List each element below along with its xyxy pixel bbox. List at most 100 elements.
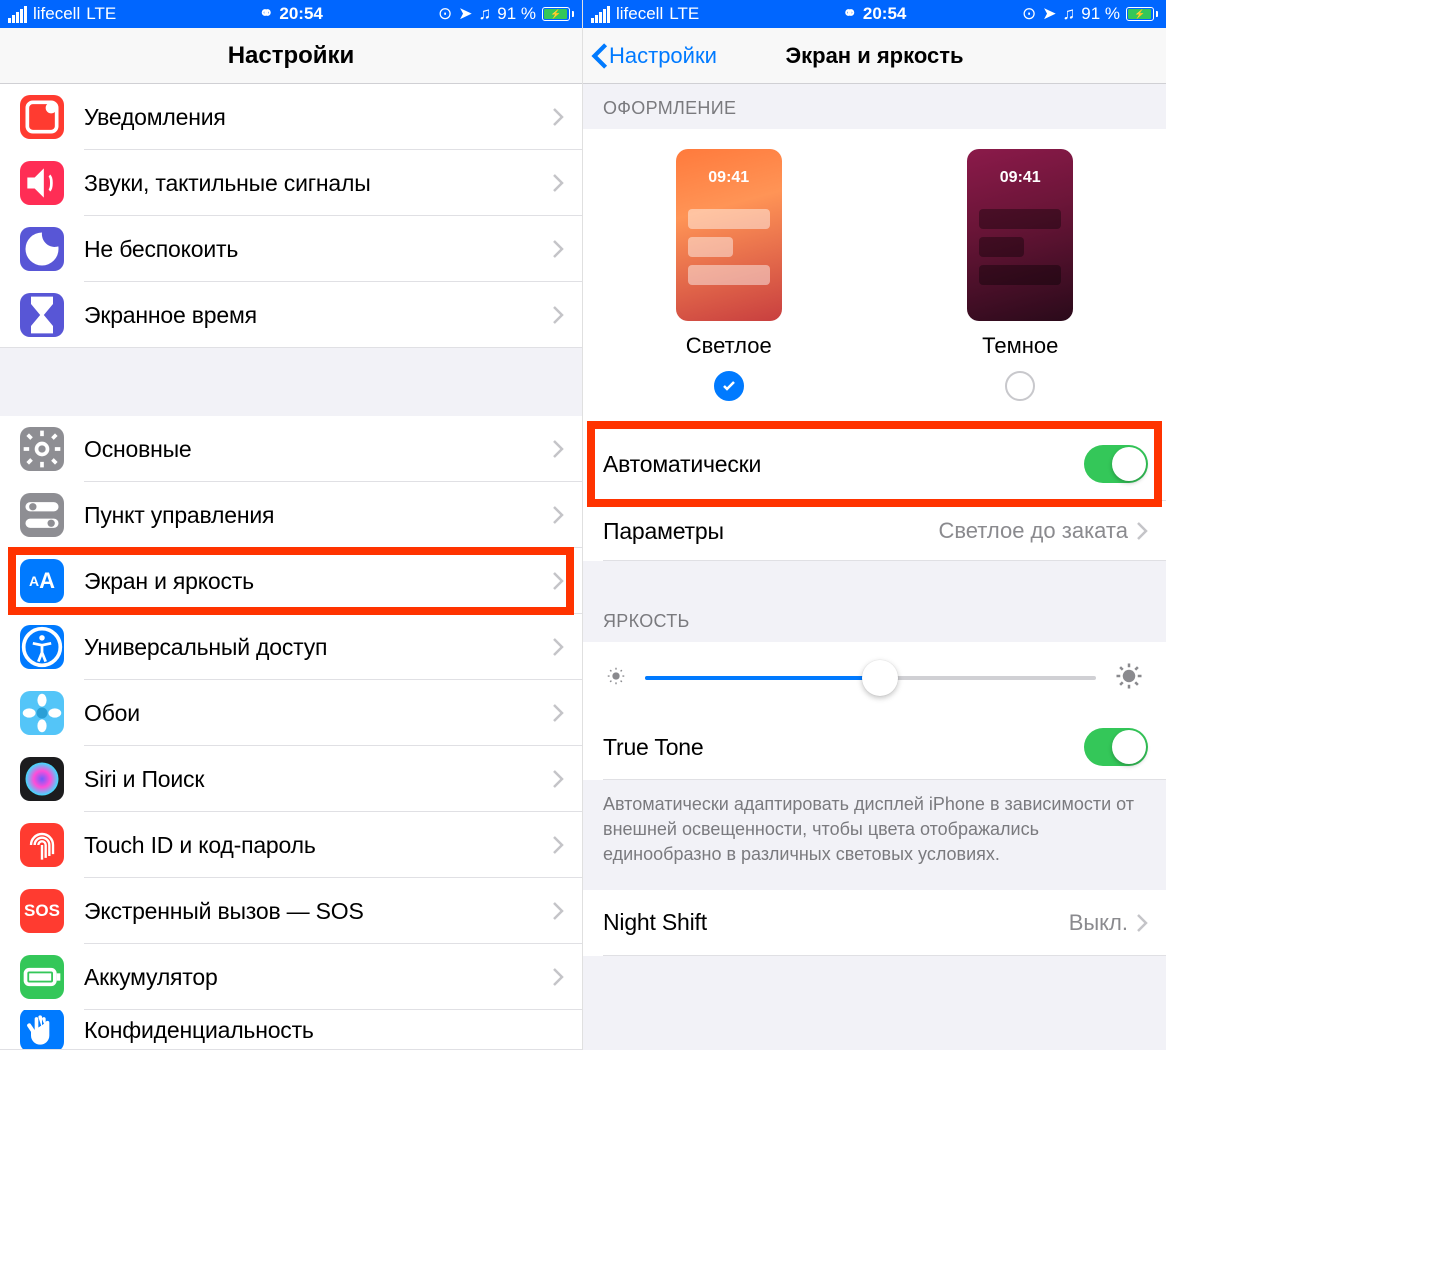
- row-notifications[interactable]: Уведомления: [0, 84, 582, 150]
- location-icon: ➤: [1042, 4, 1056, 24]
- link-icon: ⚭: [259, 4, 273, 24]
- row-options[interactable]: Параметры Светлое до заката: [583, 501, 1166, 561]
- radio-checked-icon: [714, 371, 744, 401]
- chevron-right-icon: [1136, 913, 1148, 933]
- clock-label: 20:54: [863, 4, 906, 24]
- sos-icon: SOS: [20, 889, 64, 933]
- row-label: Не беспокоить: [84, 236, 552, 263]
- brightness-slider[interactable]: [645, 676, 1096, 680]
- hourglass-icon: [20, 293, 64, 337]
- chevron-right-icon: [552, 173, 564, 193]
- row-display-brightness[interactable]: AA Экран и яркость: [0, 548, 582, 614]
- battery-icon: ⚡: [542, 7, 574, 21]
- row-label: Touch ID и код-пароль: [84, 832, 552, 859]
- location-icon: ➤: [458, 4, 472, 24]
- row-label: Аккумулятор: [84, 964, 552, 991]
- row-control-center[interactable]: Пункт управления: [0, 482, 582, 548]
- light-preview: 09:41: [676, 149, 782, 321]
- display-brightness-screen: lifecell LTE ⚭ 20:54 ⊙ ➤ ♫ 91 % ⚡ Настро…: [583, 0, 1166, 1050]
- battery-icon: ⚡: [1126, 7, 1158, 21]
- moon-icon: [20, 227, 64, 271]
- section-header-brightness: ЯРКОСТЬ: [583, 561, 1166, 642]
- back-button[interactable]: Настройки: [591, 42, 717, 70]
- carrier-label: lifecell: [616, 4, 663, 24]
- chevron-right-icon: [552, 637, 564, 657]
- nightshift-label: Night Shift: [603, 909, 1069, 936]
- status-bar: lifecell LTE ⚭ 20:54 ⊙ ➤ ♫ 91 % ⚡: [0, 0, 582, 28]
- settings-group-2: Основные Пункт управления AA Экран и ярк…: [0, 416, 582, 1050]
- dark-label: Темное: [982, 333, 1058, 359]
- chevron-right-icon: [552, 107, 564, 127]
- light-label: Светлое: [686, 333, 772, 359]
- appearance-light[interactable]: 09:41 Светлое: [676, 149, 782, 401]
- row-truetone[interactable]: True Tone: [583, 714, 1166, 780]
- row-dnd[interactable]: Не беспокоить: [0, 216, 582, 282]
- row-privacy[interactable]: Конфиденциальность: [0, 1010, 582, 1050]
- lock-icon: ⊙: [438, 4, 452, 24]
- chevron-right-icon: [552, 571, 564, 591]
- truetone-description: Автоматически адаптировать дисплей iPhon…: [583, 780, 1166, 890]
- automatic-toggle[interactable]: [1084, 445, 1148, 483]
- chevron-right-icon: [552, 239, 564, 259]
- row-label: Универсальный доступ: [84, 634, 552, 661]
- row-label: Основные: [84, 436, 552, 463]
- headphones-icon: ♫: [1063, 4, 1076, 24]
- row-label: Экран и яркость: [84, 568, 552, 595]
- chevron-right-icon: [552, 769, 564, 789]
- nav-bar: Настройки: [0, 28, 582, 84]
- row-nightshift[interactable]: Night Shift Выкл.: [583, 890, 1166, 956]
- row-wallpaper[interactable]: Обои: [0, 680, 582, 746]
- truetone-label: True Tone: [603, 734, 1084, 761]
- truetone-toggle[interactable]: [1084, 728, 1148, 766]
- back-label: Настройки: [609, 43, 717, 69]
- options-label: Параметры: [603, 518, 938, 545]
- page-title: Настройки: [228, 42, 355, 70]
- sun-small-icon: [605, 665, 627, 692]
- chevron-right-icon: [552, 901, 564, 921]
- row-label: Обои: [84, 700, 552, 727]
- battery-pct: 91 %: [497, 4, 536, 24]
- row-siri[interactable]: Siri и Поиск: [0, 746, 582, 812]
- section-header-appearance: ОФОРМЛЕНИЕ: [583, 84, 1166, 129]
- row-sos[interactable]: SOS Экстренный вызов — SOS: [0, 878, 582, 944]
- flower-icon: [20, 691, 64, 735]
- nightshift-value: Выкл.: [1069, 910, 1128, 936]
- siri-icon: [20, 757, 64, 801]
- fingerprint-icon: [20, 823, 64, 867]
- brightness-slider-row: [583, 642, 1166, 714]
- signal-icon: [591, 6, 610, 23]
- battery-pct: 91 %: [1081, 4, 1120, 24]
- row-accessibility[interactable]: Универсальный доступ: [0, 614, 582, 680]
- row-screentime[interactable]: Экранное время: [0, 282, 582, 348]
- settings-screen: lifecell LTE ⚭ 20:54 ⊙ ➤ ♫ 91 % ⚡ Настро…: [0, 0, 583, 1050]
- battery-icon: [20, 955, 64, 999]
- gear-icon: [20, 427, 64, 471]
- signal-icon: [8, 6, 27, 23]
- hand-icon: [20, 1010, 64, 1050]
- chevron-right-icon: [552, 967, 564, 987]
- row-label: Звуки, тактильные сигналы: [84, 170, 552, 197]
- appearance-picker: 09:41 Светлое 09:41 Темное: [583, 129, 1166, 427]
- sun-large-icon: [1114, 661, 1144, 696]
- network-label: LTE: [86, 4, 116, 24]
- row-label: Siri и Поиск: [84, 766, 552, 793]
- row-automatic[interactable]: Автоматически: [583, 427, 1166, 501]
- nav-bar: Настройки Экран и яркость: [583, 28, 1166, 84]
- row-battery[interactable]: Аккумулятор: [0, 944, 582, 1010]
- row-label: Уведомления: [84, 104, 552, 131]
- sounds-icon: [20, 161, 64, 205]
- row-label: Экстренный вызов — SOS: [84, 898, 552, 925]
- row-sounds[interactable]: Звуки, тактильные сигналы: [0, 150, 582, 216]
- chevron-right-icon: [552, 703, 564, 723]
- automatic-label: Автоматически: [603, 451, 1084, 478]
- chevron-right-icon: [552, 305, 564, 325]
- radio-unchecked-icon: [1005, 371, 1035, 401]
- chevron-right-icon: [1136, 521, 1148, 541]
- text-size-icon: AA: [20, 559, 64, 603]
- row-touchid[interactable]: Touch ID и код-пароль: [0, 812, 582, 878]
- appearance-dark[interactable]: 09:41 Темное: [967, 149, 1073, 401]
- chevron-right-icon: [552, 439, 564, 459]
- row-general[interactable]: Основные: [0, 416, 582, 482]
- switches-icon: [20, 493, 64, 537]
- chevron-right-icon: [552, 835, 564, 855]
